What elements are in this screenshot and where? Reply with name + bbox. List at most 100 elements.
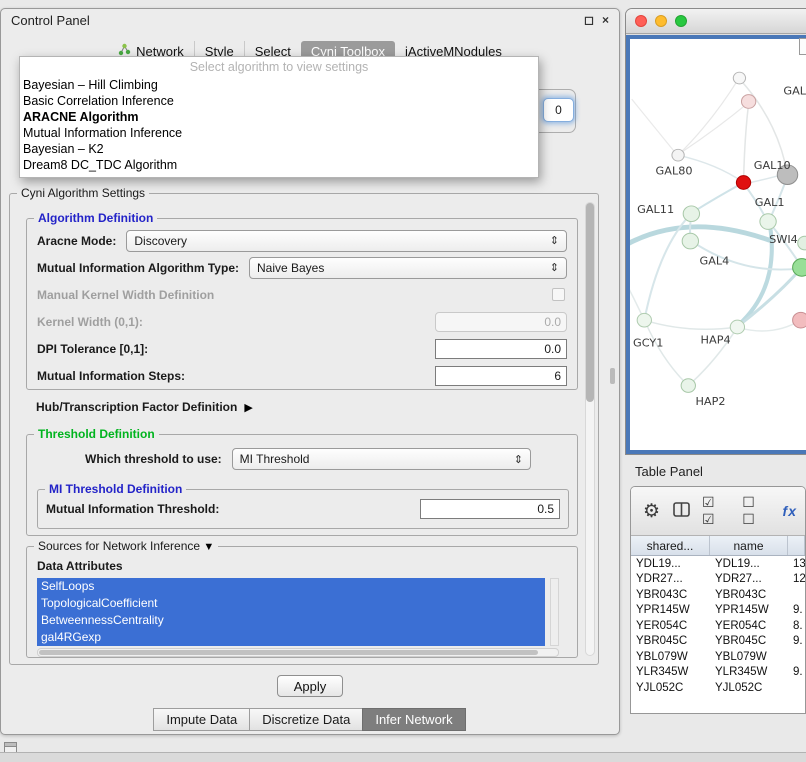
table-panel-title: Table Panel <box>635 464 703 479</box>
table-cell: YDL19... <box>631 558 710 570</box>
dropdown-placeholder: Select algorithm to view settings <box>20 57 538 77</box>
algorithm-option[interactable]: Bayesian – K2 <box>20 141 538 157</box>
minimize-traffic-light[interactable] <box>655 15 667 27</box>
network-node[interactable] <box>672 149 684 161</box>
network-titlebar[interactable] <box>626 9 806 34</box>
apply-button[interactable]: Apply <box>277 675 343 697</box>
table-row[interactable]: YDR27...YDR27...12 <box>631 572 805 588</box>
column-header[interactable] <box>788 536 805 555</box>
network-edge[interactable] <box>739 267 801 325</box>
hub-definition-section[interactable]: Hub/Transcription Factor Definition ▶ <box>36 400 253 414</box>
network-edge[interactable] <box>693 183 743 212</box>
scrollbar-thumb[interactable] <box>586 203 594 402</box>
list-scrollbar[interactable] <box>550 578 559 646</box>
list-horizontal-scrollbar[interactable] <box>37 648 559 657</box>
manual-kernel-checkbox[interactable] <box>552 288 565 301</box>
table-cell: YBL079W <box>631 651 710 663</box>
columns-icon[interactable] <box>673 502 690 520</box>
settings-scrollbar[interactable] <box>585 202 595 656</box>
column-header[interactable]: shared... <box>631 536 710 555</box>
table-row[interactable]: YJL052CYJL052C <box>631 680 805 696</box>
close-icon[interactable]: × <box>602 13 609 27</box>
network-node[interactable] <box>736 176 750 190</box>
network-edge[interactable] <box>678 79 738 155</box>
table-row[interactable]: YER054CYER054C8. <box>631 618 805 634</box>
table-row[interactable]: YBL079WYBL079W <box>631 649 805 665</box>
birdseye-box[interactable] <box>799 38 806 55</box>
table-row[interactable]: YDL19...YDL19...13 <box>631 556 805 572</box>
network-node[interactable] <box>793 312 806 328</box>
collapse-arrow-icon[interactable]: ▼ <box>203 541 214 553</box>
network-node[interactable] <box>733 72 745 84</box>
network-edge[interactable] <box>644 320 737 329</box>
value-spinner[interactable]: 0 <box>543 98 574 122</box>
algorithm-definition-group: Algorithm Definition Aracne Mode: Discov… <box>26 218 578 390</box>
table-row[interactable]: YBR045CYBR045C9. <box>631 634 805 650</box>
algorithm-option[interactable]: Mutual Information Inference <box>20 125 538 141</box>
aracne-mode-value: Discovery <box>134 234 187 248</box>
network-node[interactable] <box>683 206 699 222</box>
attribute-item[interactable]: gal4RGexp <box>37 629 545 646</box>
select-all-icon[interactable]: ☑ ☑ <box>702 494 730 528</box>
expand-arrow-icon[interactable]: ▶ <box>244 401 252 414</box>
gear-icon[interactable]: ⚙ <box>643 500 661 523</box>
network-node[interactable] <box>793 259 806 277</box>
column-header[interactable]: name <box>710 536 788 555</box>
bottom-tab-impute-data[interactable]: Impute Data <box>153 708 250 731</box>
float-icon[interactable]: ◻ <box>584 13 594 27</box>
node-label: GAL11 <box>637 203 674 216</box>
network-edge[interactable] <box>739 320 800 331</box>
network-node[interactable] <box>741 95 755 109</box>
combo-arrows-icon: ⇕ <box>550 261 559 274</box>
table-row[interactable]: YPR145WYPR145W9. <box>631 603 805 619</box>
dpi-tolerance-input[interactable]: 0.0 <box>435 339 567 359</box>
mi-algorithm-select[interactable]: Naive Bayes ⇕ <box>249 257 567 279</box>
which-threshold-select[interactable]: MI Threshold ⇕ <box>232 448 531 470</box>
mi-threshold-input[interactable]: 0.5 <box>420 499 560 519</box>
attribute-item[interactable]: BetweennessCentrality <box>37 612 545 629</box>
bottom-tab-discretize-data[interactable]: Discretize Data <box>249 708 363 731</box>
manual-kernel-label: Manual Kernel Width Definition <box>37 288 214 302</box>
network-node[interactable] <box>798 236 806 250</box>
algorithm-option[interactable]: Dream8 DC_TDC Algorithm <box>20 157 538 173</box>
network-node[interactable] <box>681 379 695 393</box>
splitter-handle[interactable] <box>610 368 615 384</box>
network-node[interactable] <box>637 313 651 327</box>
table-cell: YDR27... <box>631 573 710 585</box>
mi-algorithm-label: Mutual Information Algorithm Type: <box>37 261 239 275</box>
node-label: GAL <box>783 85 806 98</box>
algorithm-option[interactable]: Bayesian – Hill Climbing <box>20 77 538 93</box>
scrollbar-thumb[interactable] <box>39 650 538 655</box>
hub-definition-label: Hub/Transcription Factor Definition <box>36 400 237 414</box>
network-edge[interactable] <box>630 283 643 318</box>
deselect-all-icon[interactable]: ☐ ☐ <box>742 494 770 528</box>
node-label: GAL1 <box>755 196 785 209</box>
attribute-item[interactable]: TopologicalCoefficient <box>37 595 545 612</box>
kernel-width-label: Kernel Width (0,1): <box>37 315 143 329</box>
network-edge[interactable] <box>632 100 678 157</box>
network-edge[interactable] <box>645 322 688 385</box>
network-edge[interactable] <box>744 103 749 182</box>
network-node[interactable] <box>682 233 698 249</box>
mi-steps-input[interactable]: 6 <box>435 366 567 386</box>
network-edge[interactable] <box>751 176 779 183</box>
network-edge[interactable] <box>630 227 769 246</box>
bottom-tab-infer-network[interactable]: Infer Network <box>362 708 465 731</box>
node-label: SWI4 <box>769 233 798 246</box>
attribute-item[interactable]: SelfLoops <box>37 578 545 595</box>
network-node[interactable] <box>760 214 776 230</box>
table-row[interactable]: YBR043CYBR043C <box>631 587 805 603</box>
table-cell: 9. <box>788 604 805 616</box>
aracne-mode-select[interactable]: Discovery ⇕ <box>126 230 567 252</box>
algorithm-option[interactable]: ARACNE Algorithm <box>20 109 538 125</box>
table-row[interactable]: YLR345WYLR345W9. <box>631 665 805 681</box>
zoom-traffic-light[interactable] <box>675 15 687 27</box>
network-node[interactable] <box>730 320 744 334</box>
network-canvas[interactable]: GALGAL80GAL10GAL11GAL1SWI4GAL4GCY1HAP4HA… <box>626 35 806 454</box>
network-edge[interactable] <box>680 102 749 153</box>
bottom-strip <box>0 752 806 762</box>
fx-icon[interactable]: fx <box>783 503 797 519</box>
algorithm-option[interactable]: Basic Correlation Inference <box>20 93 538 109</box>
kernel-width-input[interactable]: 0.0 <box>435 312 567 332</box>
close-traffic-light[interactable] <box>635 15 647 27</box>
